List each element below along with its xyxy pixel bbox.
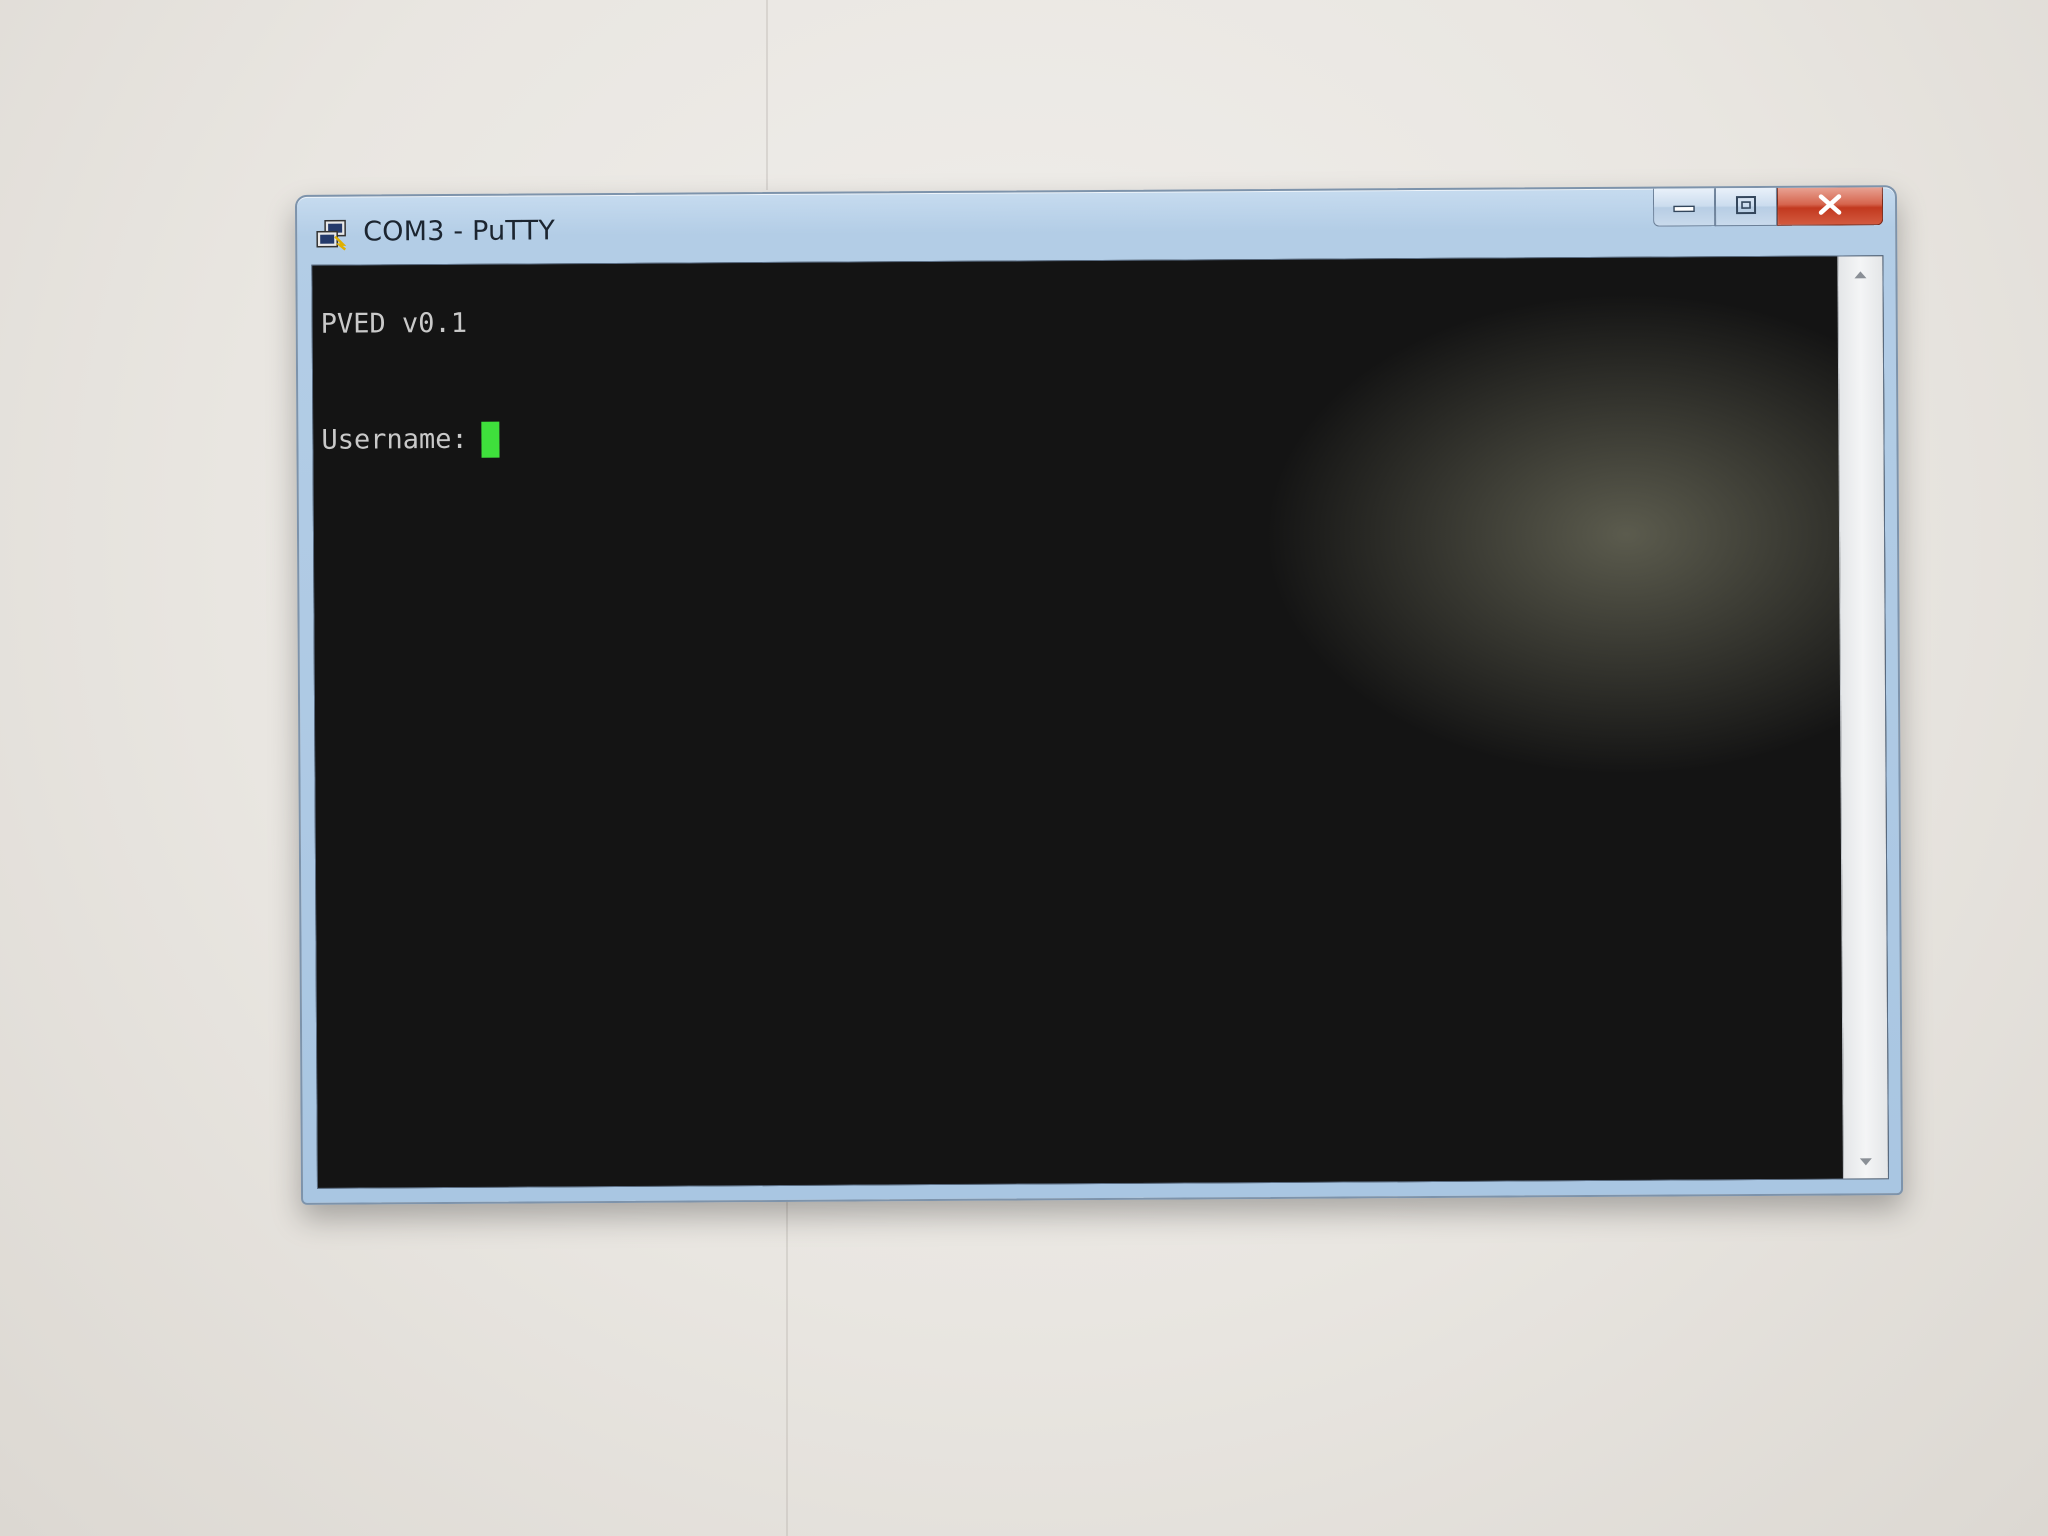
window-title: COM3 - PuTTY [363,215,556,248]
username-prompt: Username: [321,423,468,456]
terminal-screen[interactable]: PVED v0.1 Username: [312,256,1844,1188]
putty-icon[interactable] [315,219,349,251]
terminal-cursor [481,421,500,458]
vertical-scrollbar[interactable] [1837,256,1888,1179]
close-icon [1817,193,1843,219]
title-bar[interactable]: COM3 - PuTTY [297,187,1895,265]
desk-seam [786,1196,788,1536]
scroll-up-button[interactable] [1838,256,1882,290]
maximize-button[interactable] [1714,187,1778,227]
minimize-button[interactable] [1652,188,1716,227]
terminal-blank-lines [321,335,1831,422]
close-button[interactable] [1776,187,1884,226]
scroll-up-arrow-icon [1852,264,1868,283]
putty-window: COM3 - PuTTY PVED v0.1 Username: [294,185,1904,1205]
scroll-down-arrow-icon [1858,1152,1874,1171]
maximize-icon [1735,194,1757,218]
terminal-client-area: PVED v0.1 Username: [311,255,1889,1189]
desk-seam [766,0,768,190]
minimize-icon [1673,197,1695,216]
window-controls [1652,187,1884,228]
scroll-down-button[interactable] [1844,1144,1888,1178]
login-prompt-row[interactable]: Username: [321,413,1831,460]
